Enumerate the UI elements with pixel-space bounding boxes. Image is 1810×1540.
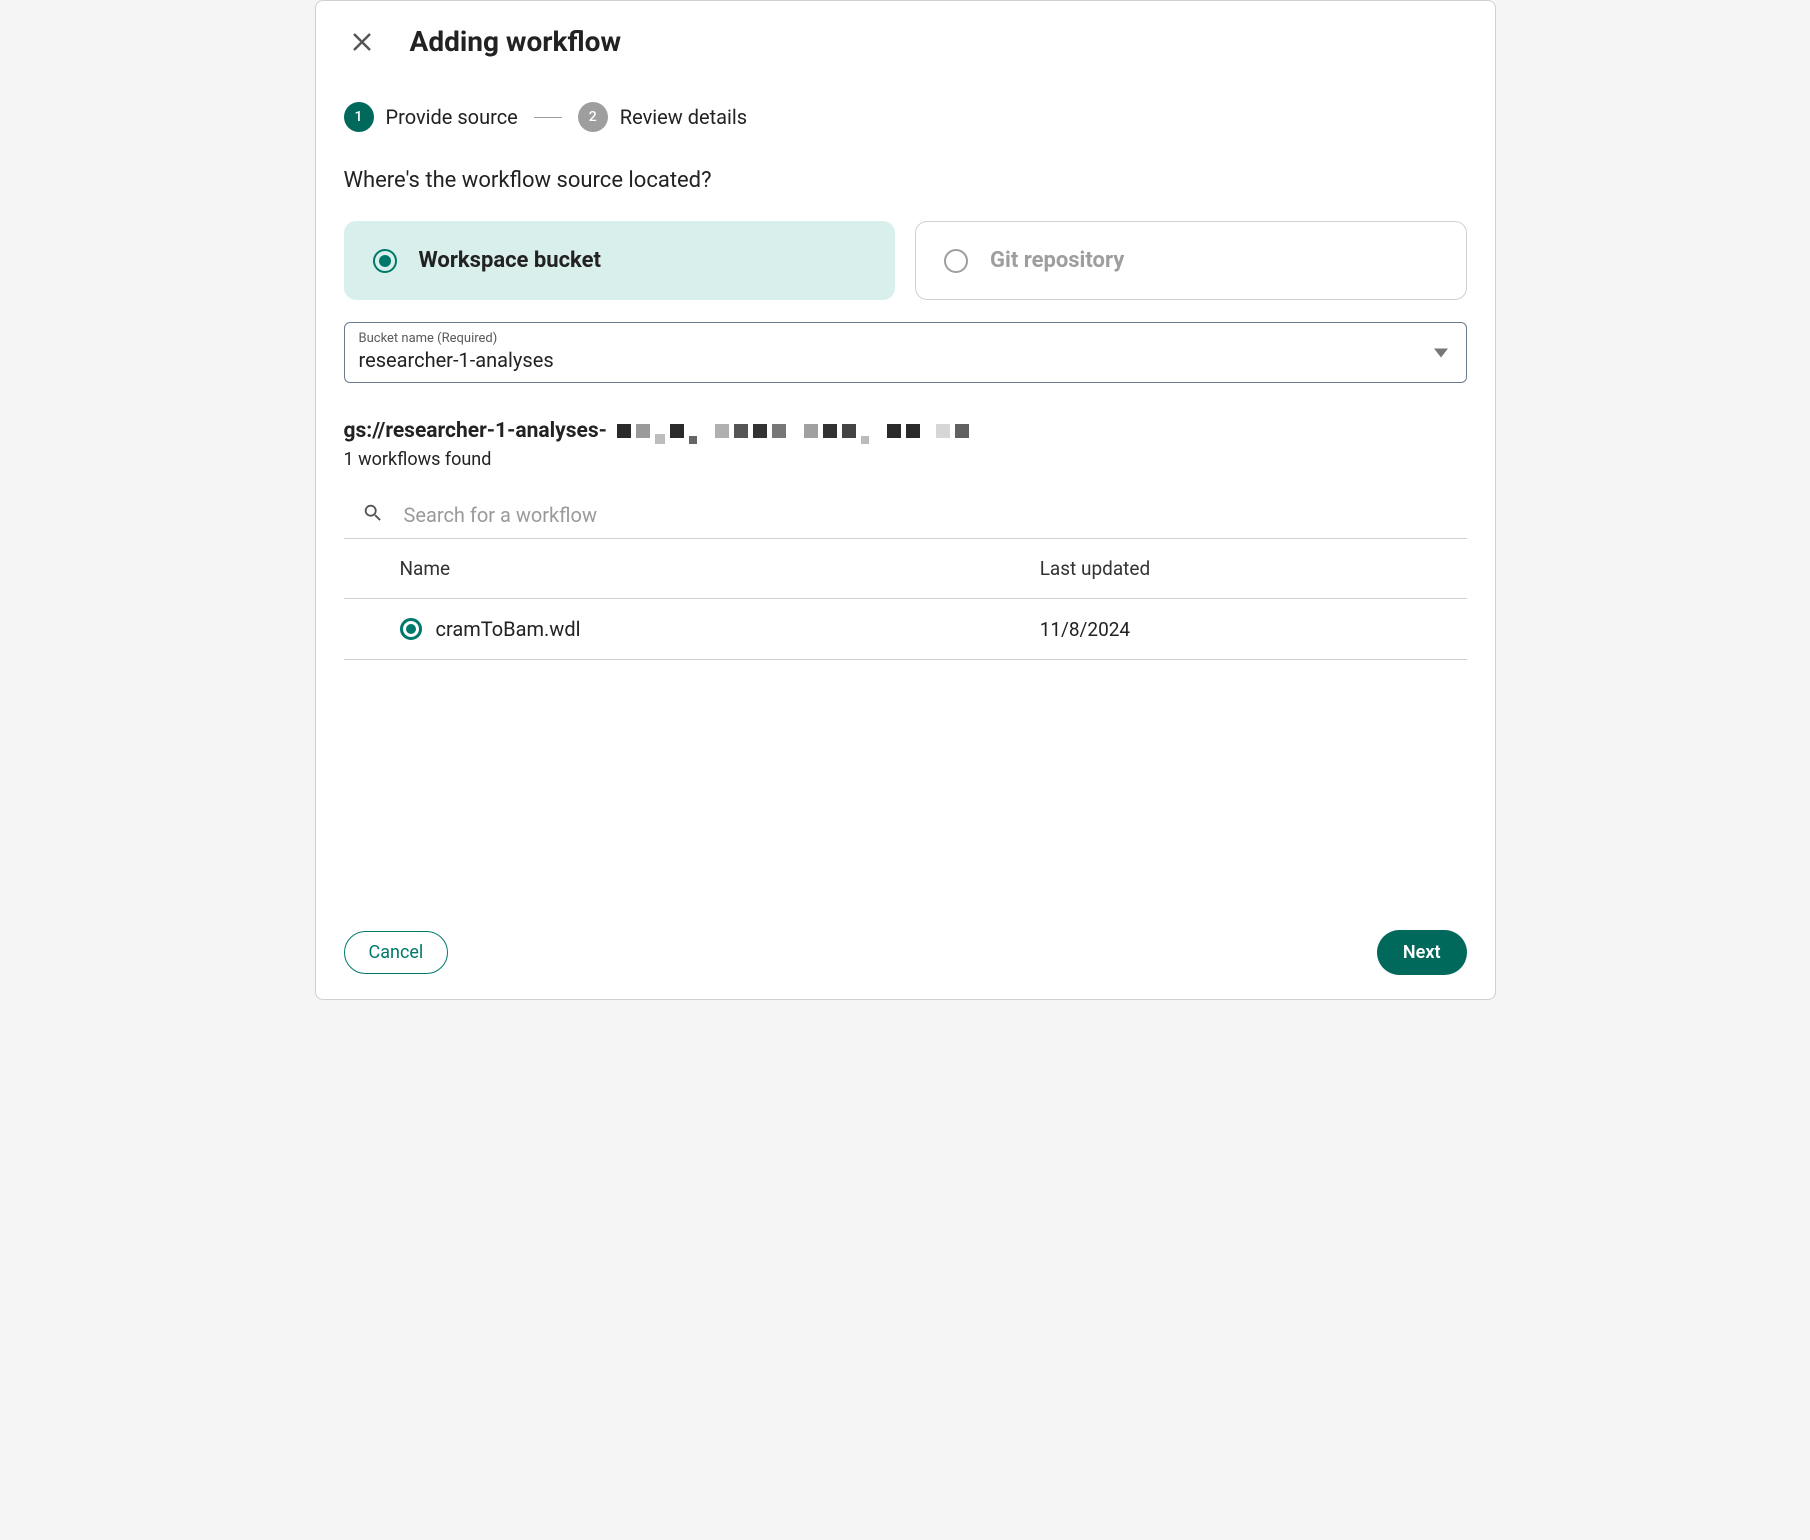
step-number-badge: 1 [344,102,374,132]
workflows-found-count: 1 workflows found [344,449,1467,470]
workflow-search-input[interactable] [402,502,1449,528]
dialog-title: Adding workflow [410,25,622,58]
source-option-label: Git repository [990,248,1124,273]
dialog-body: 1 Provide source 2 Review details Where'… [316,58,1495,910]
step-label: Review details [620,105,747,129]
step-review-details[interactable]: 2 Review details [578,102,747,132]
search-icon [362,502,384,528]
radio-unselected-icon [944,249,968,273]
source-option-label: Workspace bucket [419,248,601,273]
radio-selected-icon [373,249,397,273]
radio-selected-icon [400,618,422,640]
step-label: Provide source [386,105,518,129]
workflow-search [344,498,1467,538]
chevron-down-icon [1434,343,1448,362]
workflow-table-header: Name Last updated [344,539,1467,599]
source-option-workspace-bucket[interactable]: Workspace bucket [344,221,896,300]
source-options: Workspace bucket Git repository [344,221,1467,300]
source-option-git-repository[interactable]: Git repository [915,221,1467,300]
bucket-gs-path: gs://researcher-1-analyses- [344,419,1467,443]
dialog-footer: Cancel Next [316,910,1495,999]
workflow-last-updated: 11/8/2024 [1040,618,1467,641]
workflow-table-row[interactable]: cramToBam.wdl 11/8/2024 [344,599,1467,660]
source-question: Where's the workflow source located? [344,168,1467,193]
next-button[interactable]: Next [1377,930,1467,975]
bucket-select-value: researcher-1-analyses [359,348,1452,372]
workflow-table: Name Last updated cramToBam.wdl 11/8/202… [344,538,1467,660]
cancel-button[interactable]: Cancel [344,931,449,974]
step-provide-source[interactable]: 1 Provide source [344,102,518,132]
stepper: 1 Provide source 2 Review details [344,102,1467,132]
bucket-select-label: Bucket name (Required) [359,331,1452,346]
workflow-name: cramToBam.wdl [436,617,581,641]
column-header-name[interactable]: Name [400,557,1040,580]
step-connector [534,117,562,118]
gs-path-prefix: gs://researcher-1-analyses- [344,419,607,443]
dialog-header: Adding workflow [316,1,1495,58]
step-number-badge: 2 [578,102,608,132]
column-header-last-updated[interactable]: Last updated [1040,557,1467,580]
redacted-path-segment [617,424,969,438]
close-icon[interactable] [348,28,376,56]
bucket-name-select[interactable]: Bucket name (Required) researcher-1-anal… [344,322,1467,383]
add-workflow-dialog: Adding workflow 1 Provide source 2 Revie… [315,0,1496,1000]
